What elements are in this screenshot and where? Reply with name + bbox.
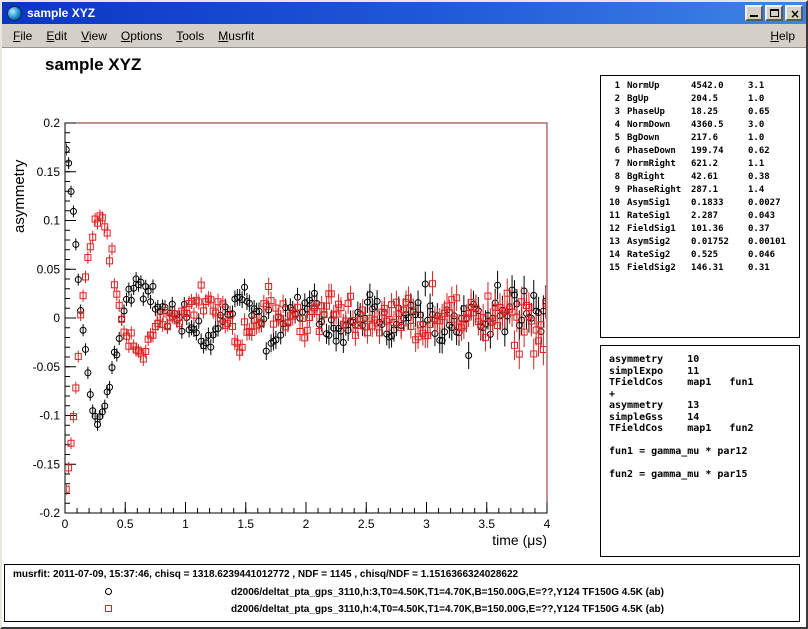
asymmetry-time-plot[interactable]: 0 0.5 1 1.5 2 2.5 3 3.5 4 -0.2 -0.15 -0.1 -0.05 0 0.05… (2, 48, 602, 565)
root-canvas: sample XYZ 00.511.522.533.54-0.2-0.15-0.… (2, 48, 806, 627)
y-axis: -0.2 -0.15 -0.1 -0.05 0 0.05 0.1 0.15 0.2 (33, 116, 76, 520)
legend-entry: d2006/deltat_pta_gps_3110,h:3,T0=4.50K,T… (5, 587, 799, 599)
theory-line: fun1 = gamma_mu * par12 (609, 446, 799, 458)
menu-view[interactable]: View (74, 26, 114, 46)
series-circle (63, 144, 549, 431)
menubar: FileEditViewOptionsToolsMusrfit Help (2, 24, 806, 48)
legend-label: d2006/deltat_pta_gps_3110,h:4,T0=4.50K,T… (231, 604, 664, 615)
param-row: 8BgRight42.610.38 (606, 171, 799, 184)
svg-text:-0.05: -0.05 (33, 360, 61, 374)
svg-text:0: 0 (62, 517, 69, 531)
titlebar[interactable]: sample XYZ × (2, 2, 806, 24)
plot-frame (65, 123, 547, 513)
series-square (63, 210, 549, 495)
theory-line (609, 458, 799, 470)
param-row: 1NormUp4542.03.1 (606, 80, 799, 93)
minimize-button[interactable] (745, 5, 763, 21)
legend-entry: d2006/deltat_pta_gps_3110,h:4,T0=4.50K,T… (5, 604, 799, 616)
svg-text:4: 4 (544, 517, 551, 531)
maximize-icon (770, 9, 779, 17)
info-pad: musrfit: 2011-07-09, 15:37:46, chisq = 1… (4, 564, 800, 622)
app-icon (7, 6, 22, 21)
fit-info-line: musrfit: 2011-07-09, 15:37:46, chisq = 1… (13, 569, 518, 580)
param-row: 5BgDown217.61.0 (606, 132, 799, 145)
theory-line: simplExpo 11 (609, 366, 799, 378)
svg-text:0.5: 0.5 (117, 517, 134, 531)
theory-line: simpleGss 14 (609, 412, 799, 424)
close-icon: × (790, 7, 800, 21)
x-axis: 0 0.5 1 1.5 2 2.5 3 3.5 4 (62, 502, 551, 531)
fit-parameters-box: 1NormUp4542.03.12BgUp204.51.03PhaseUp18.… (600, 75, 800, 338)
square-marker-icon (105, 605, 112, 612)
svg-text:0.15: 0.15 (37, 165, 61, 179)
param-row: 15FieldSig2146.310.31 (606, 262, 799, 275)
svg-text:2.5: 2.5 (358, 517, 375, 531)
param-row: 14RateSig20.5250.046 (606, 249, 799, 262)
svg-text:0.1: 0.1 (43, 214, 60, 228)
theory-line: + (609, 389, 799, 401)
param-row: 4NormDown4360.53.0 (606, 119, 799, 132)
param-row: 6PhaseDown199.740.62 (606, 145, 799, 158)
y-axis-title: asymmetry (11, 159, 28, 233)
theory-line: TFieldCos map1 fun1 (609, 377, 799, 389)
app-window: sample XYZ × FileEditViewOptionsToolsMus… (0, 0, 808, 629)
theory-function-box: asymmetry 10simplExpo 11TFieldCos map1 f… (600, 345, 800, 557)
menu-options[interactable]: Options (114, 26, 169, 46)
circle-marker-icon (105, 588, 112, 595)
svg-text:1: 1 (182, 517, 189, 531)
param-row: 13AsymSig20.017520.00101 (606, 236, 799, 249)
window-controls: × (745, 5, 803, 21)
svg-text:0: 0 (53, 311, 60, 325)
maximize-button[interactable] (765, 5, 783, 21)
svg-text:-0.15: -0.15 (33, 457, 61, 471)
param-row: 11RateSig12.2870.043 (606, 210, 799, 223)
param-row: 2BgUp204.51.0 (606, 93, 799, 106)
x-axis-title: time (μs) (492, 532, 547, 548)
svg-text:0.05: 0.05 (37, 262, 61, 276)
param-row: 3PhaseUp18.250.65 (606, 106, 799, 119)
svg-text:-0.2: -0.2 (39, 506, 60, 520)
svg-text:0.2: 0.2 (43, 116, 60, 130)
menu-edit[interactable]: Edit (39, 26, 74, 46)
minimize-icon (750, 15, 758, 17)
menu-help[interactable]: Help (763, 26, 802, 46)
param-row: 7NormRight621.21.1 (606, 158, 799, 171)
svg-text:2: 2 (303, 517, 310, 531)
legend-label: d2006/deltat_pta_gps_3110,h:3,T0=4.50K,T… (231, 587, 664, 598)
theory-line: fun2 = gamma_mu * par15 (609, 469, 799, 481)
theory-line: asymmetry 10 (609, 354, 799, 366)
param-row: 9PhaseRight287.11.4 (606, 184, 799, 197)
svg-text:1.5: 1.5 (237, 517, 254, 531)
param-row: 10AsymSig10.18330.0027 (606, 197, 799, 210)
param-row: 12FieldSig1101.360.37 (606, 223, 799, 236)
svg-text:-0.1: -0.1 (39, 409, 60, 423)
menu-file[interactable]: File (6, 26, 39, 46)
theory-line: asymmetry 13 (609, 400, 799, 412)
window-title: sample XYZ (27, 6, 95, 20)
theory-line (609, 435, 799, 447)
menu-musrfit[interactable]: Musrfit (211, 26, 261, 46)
svg-text:3: 3 (423, 517, 430, 531)
data-points (63, 144, 549, 495)
theory-line: TFieldCos map1 fun2 (609, 423, 799, 435)
close-button[interactable]: × (785, 5, 803, 21)
svg-text:3.5: 3.5 (478, 517, 495, 531)
menu-tools[interactable]: Tools (169, 26, 211, 46)
